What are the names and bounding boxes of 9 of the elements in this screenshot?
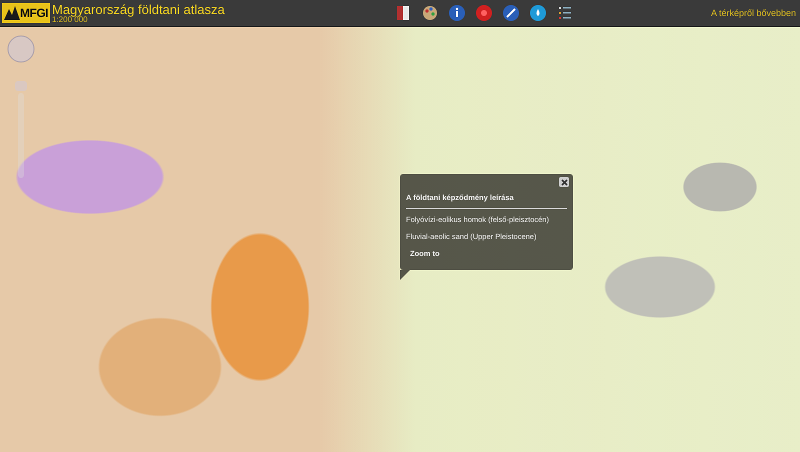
app-title: Magyarország földtani atlasza (52, 2, 225, 16)
logo: MFGI (2, 3, 50, 23)
info-icon[interactable] (446, 2, 468, 24)
water-drop-icon[interactable] (527, 2, 549, 24)
map-scale: 1:200 000 (52, 16, 88, 24)
popup-pointer (400, 270, 410, 280)
about-map-link[interactable]: A térképről bővebben (710, 8, 796, 18)
close-button[interactable] (559, 177, 569, 187)
record-icon[interactable] (473, 2, 495, 24)
